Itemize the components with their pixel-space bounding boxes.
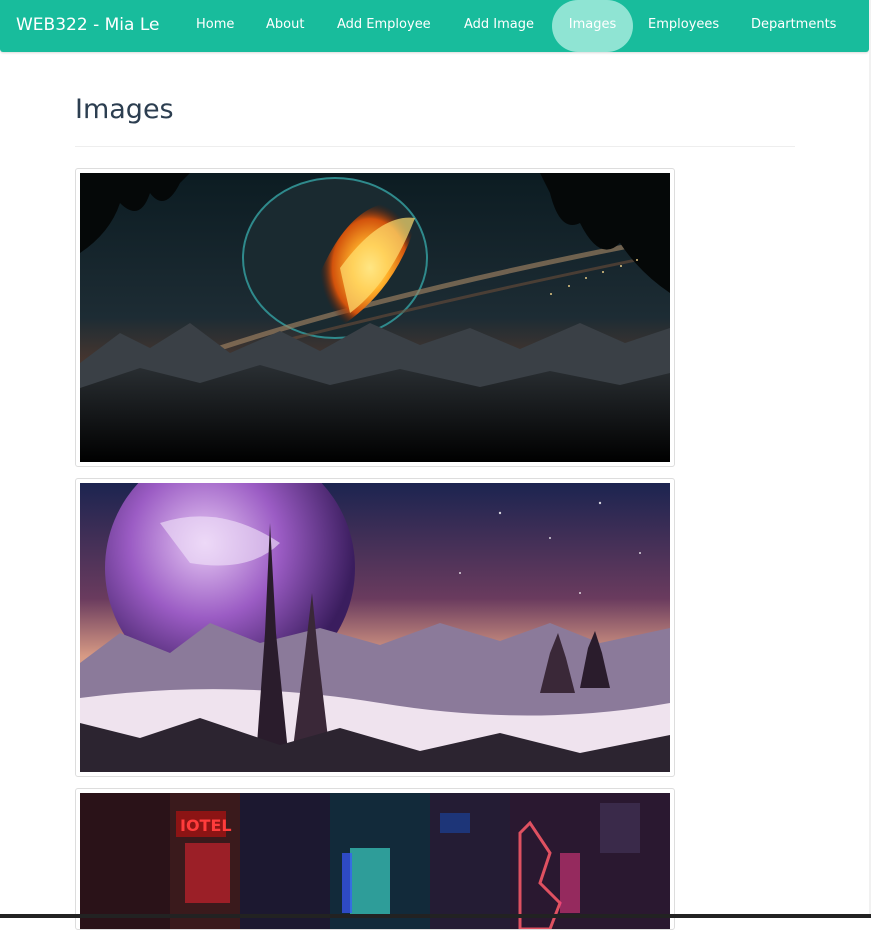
nav-home[interactable]: Home bbox=[196, 0, 234, 52]
window-bottom-edge bbox=[0, 914, 871, 918]
nav-images[interactable]: Images bbox=[552, 0, 633, 52]
nav-add-image[interactable]: Add Image bbox=[464, 0, 534, 52]
nav-about[interactable]: About bbox=[266, 0, 304, 52]
hotel-sign-text: IOTEL bbox=[180, 816, 232, 835]
brand-link[interactable]: WEB322 - Mia Le bbox=[16, 13, 159, 37]
gallery-image-1[interactable] bbox=[75, 168, 675, 467]
title-divider bbox=[75, 146, 795, 147]
gallery-image-2[interactable] bbox=[75, 478, 675, 777]
image-purple-planet-spires bbox=[80, 483, 670, 772]
nav-add-employee[interactable]: Add Employee bbox=[337, 0, 431, 52]
image-neon-city-street: IOTEL bbox=[80, 793, 670, 929]
nav-employees[interactable]: Employees bbox=[648, 0, 719, 52]
page-title: Images bbox=[75, 94, 174, 125]
image-orange-ring-planet bbox=[80, 173, 670, 462]
gallery-image-3[interactable]: IOTEL bbox=[75, 788, 675, 930]
nav-departments[interactable]: Departments bbox=[751, 0, 836, 52]
top-navbar: WEB322 - Mia Le Home About Add Employee … bbox=[0, 0, 869, 52]
